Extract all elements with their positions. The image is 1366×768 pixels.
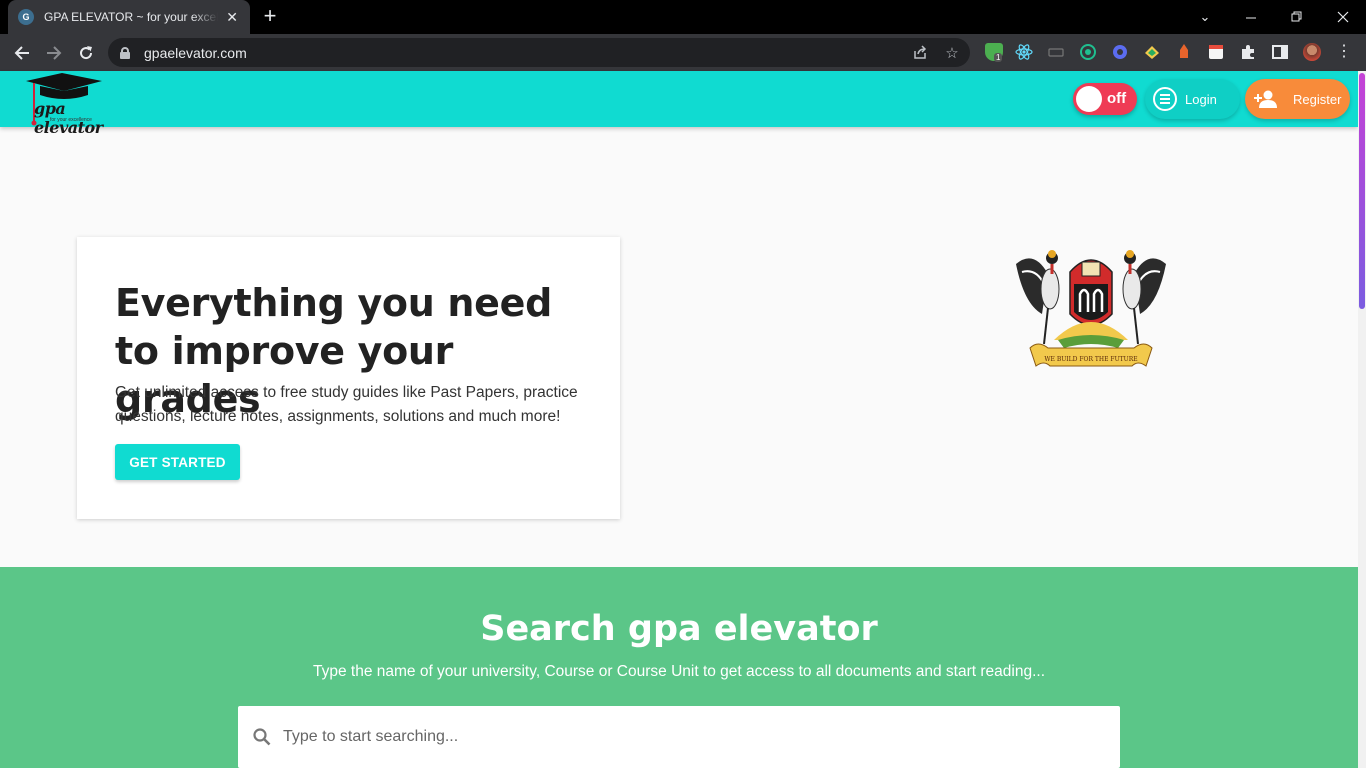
side-panel-icon[interactable] (1271, 43, 1289, 61)
share-icon[interactable] (911, 44, 929, 64)
gear-extension-icon[interactable] (1111, 43, 1129, 61)
get-started-button[interactable]: GET STARTED (115, 444, 240, 480)
search-subtitle: Type the name of your university, Course… (312, 663, 1046, 680)
url-text: gpaelevator.com (144, 44, 247, 61)
rocket-extension-icon[interactable] (1175, 43, 1193, 61)
search-input[interactable] (283, 728, 1083, 746)
register-label: Register (1293, 91, 1342, 107)
window-close-icon[interactable] (1320, 0, 1366, 34)
browser-tab[interactable]: G GPA ELEVATOR ~ for your excellence ✕ (8, 0, 250, 34)
tab-title: GPA ELEVATOR ~ for your excellence (44, 10, 219, 24)
lock-icon[interactable] (120, 46, 130, 59)
hero-card: Everything you need to improve your grad… (77, 237, 620, 519)
toggle-label: off (1107, 90, 1127, 107)
search-section: Search gpa elevator Type the name of you… (0, 567, 1358, 768)
login-button[interactable]: Login (1145, 79, 1240, 119)
add-user-icon (1253, 89, 1279, 109)
back-icon[interactable] (9, 40, 35, 66)
browser-toolbar: gpaelevator.com ☆ 1 ⋮ (0, 34, 1366, 71)
address-bar[interactable]: gpaelevator.com ☆ (108, 38, 970, 67)
login-icon (1153, 87, 1177, 111)
react-devtools-icon[interactable] (1015, 43, 1033, 61)
bookmark-star-icon[interactable]: ☆ (943, 44, 961, 62)
browser-tab-strip: G GPA ELEVATOR ~ for your excellence ✕ +… (0, 0, 1366, 34)
target-extension-icon[interactable] (1079, 43, 1097, 61)
register-button[interactable]: Register (1245, 79, 1350, 119)
extension-badge: 1 (994, 53, 1003, 62)
search-icon (253, 728, 271, 746)
site-favicon-icon: G (18, 9, 34, 25)
video-extension-icon[interactable] (1047, 43, 1065, 61)
site-logo[interactable]: gpa elevator for your excellence (22, 73, 132, 137)
notes-extension-icon[interactable] (1207, 43, 1225, 61)
search-box[interactable] (238, 706, 1120, 768)
page-scrollbar[interactable] (1358, 71, 1366, 768)
night-mode-toggle[interactable]: off (1073, 83, 1137, 115)
tab-search-icon[interactable]: ⌄ (1182, 0, 1228, 34)
login-label: Login (1185, 91, 1217, 107)
browser-menu-icon[interactable]: ⋮ (1335, 43, 1353, 61)
extensions-puzzle-icon[interactable] (1239, 43, 1257, 61)
toggle-knob (1076, 86, 1102, 112)
university-crest-icon: WE BUILD FOR THE FUTURE (1016, 250, 1166, 367)
scrollbar-thumb[interactable] (1359, 73, 1365, 309)
reload-icon[interactable] (73, 40, 99, 66)
minimize-icon[interactable] (1228, 0, 1274, 34)
shield-extension-icon[interactable]: 1 (985, 43, 1003, 62)
search-title: Search gpa elevator (480, 609, 878, 649)
close-tab-icon[interactable]: ✕ (224, 9, 240, 26)
new-tab-button[interactable]: + (259, 5, 281, 27)
logo-tagline: for your excellence (50, 117, 92, 123)
profile-avatar[interactable] (1303, 43, 1321, 61)
restore-icon[interactable] (1274, 0, 1320, 34)
hero-subtitle: Get unlimited access to free study guide… (115, 384, 578, 425)
crest-motto-text: WE BUILD FOR THE FUTURE (1044, 356, 1137, 363)
color-extension-icon[interactable] (1143, 43, 1161, 61)
forward-icon[interactable] (41, 40, 67, 66)
site-header: gpa elevator for your excellence off Log… (0, 71, 1358, 137)
